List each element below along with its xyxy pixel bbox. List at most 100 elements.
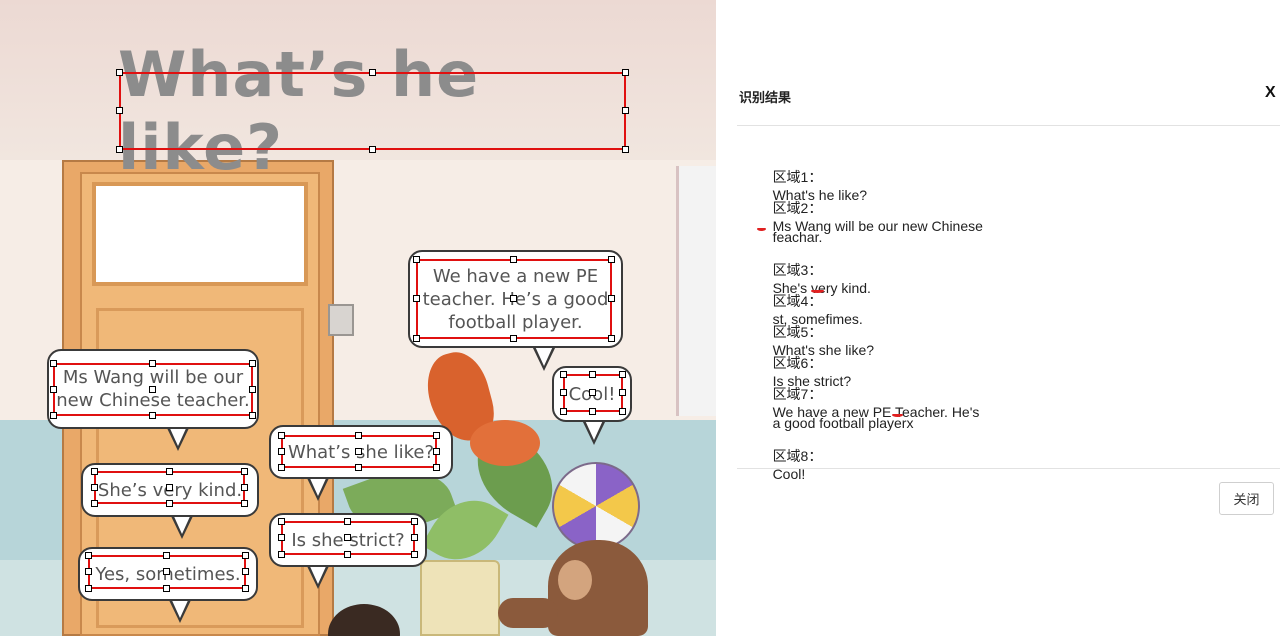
resize-handle[interactable] — [116, 107, 123, 114]
resize-handle[interactable] — [85, 552, 92, 559]
resize-handle[interactable] — [165, 468, 173, 475]
resize-handle[interactable] — [411, 534, 418, 541]
ocr-region-3[interactable] — [91, 468, 248, 507]
resize-handle[interactable] — [608, 295, 615, 302]
resize-handle[interactable] — [433, 464, 440, 471]
result-label: 区域8： — [772, 448, 823, 464]
resize-handle[interactable] — [241, 468, 248, 475]
resize-handle[interactable] — [560, 408, 567, 415]
resize-handle[interactable] — [278, 534, 285, 541]
resize-handle[interactable] — [589, 408, 596, 415]
move-handle[interactable] — [149, 385, 156, 393]
resize-handle[interactable] — [91, 483, 98, 491]
resize-handle[interactable] — [344, 551, 351, 558]
ocr-region-4[interactable] — [85, 552, 249, 592]
resize-handle[interactable] — [622, 146, 629, 153]
spelling-error-underline — [892, 413, 903, 417]
bear-snout — [558, 560, 592, 600]
move-handle[interactable] — [355, 447, 362, 455]
ocr-region-6[interactable] — [278, 518, 418, 558]
move-handle[interactable] — [165, 483, 173, 491]
close-button[interactable]: 关闭 — [1219, 482, 1274, 515]
plant-pot — [420, 560, 500, 636]
resize-handle[interactable] — [91, 500, 98, 507]
resize-handle[interactable] — [560, 371, 567, 378]
resize-handle[interactable] — [149, 412, 156, 419]
resize-handle[interactable] — [149, 360, 156, 367]
ocr-result-dialog: 识别结果 X 区域1： What's he like? 区域2： Ms Wang… — [716, 0, 1286, 636]
resize-handle[interactable] — [249, 360, 256, 367]
move-handle[interactable] — [163, 568, 170, 575]
move-handle[interactable] — [344, 534, 351, 541]
resize-handle[interactable] — [619, 389, 626, 396]
resize-handle[interactable] — [85, 568, 92, 575]
door-window — [92, 182, 308, 286]
resize-handle[interactable] — [619, 408, 626, 415]
door-handle — [328, 304, 354, 336]
resize-handle[interactable] — [433, 447, 440, 455]
resize-handle[interactable] — [413, 256, 420, 263]
spelling-error-underline — [757, 227, 766, 231]
resize-handle[interactable] — [278, 447, 285, 455]
resize-handle[interactable] — [278, 464, 285, 471]
ocr-region-5[interactable] — [278, 432, 440, 471]
move-handle[interactable] — [589, 389, 596, 396]
resize-handle[interactable] — [589, 371, 596, 378]
resize-handle[interactable] — [249, 385, 256, 393]
resize-handle[interactable] — [91, 468, 98, 475]
resize-handle[interactable] — [50, 385, 57, 393]
resize-handle[interactable] — [249, 412, 256, 419]
resize-handle[interactable] — [278, 551, 285, 558]
resize-handle[interactable] — [242, 552, 249, 559]
resize-handle[interactable] — [50, 412, 57, 419]
resize-handle[interactable] — [510, 256, 517, 263]
resize-handle[interactable] — [242, 568, 249, 575]
bear-arm — [498, 598, 558, 628]
resize-handle[interactable] — [344, 518, 351, 525]
resize-handle[interactable] — [163, 585, 170, 592]
resize-handle[interactable] — [510, 335, 517, 342]
divider — [737, 468, 1280, 469]
result-text: a good football playerx — [772, 415, 914, 431]
resize-handle[interactable] — [355, 464, 362, 471]
resize-handle[interactable] — [411, 518, 418, 525]
resize-handle[interactable] — [413, 335, 420, 342]
resize-handle[interactable] — [116, 146, 123, 153]
resize-handle[interactable] — [368, 69, 376, 76]
ocr-region-8[interactable] — [560, 371, 626, 415]
resize-handle[interactable] — [50, 360, 57, 367]
resize-handle[interactable] — [278, 432, 285, 439]
resize-handle[interactable] — [116, 69, 123, 76]
result-text: feachar. — [772, 229, 823, 245]
resize-handle[interactable] — [355, 432, 362, 439]
resize-handle[interactable] — [608, 335, 615, 342]
resize-handle[interactable] — [622, 69, 629, 76]
resize-handle[interactable] — [413, 295, 420, 302]
resize-handle[interactable] — [622, 107, 629, 114]
resize-handle[interactable] — [85, 585, 92, 592]
resize-handle[interactable] — [608, 256, 615, 263]
resize-handle[interactable] — [619, 371, 626, 378]
divider — [737, 125, 1280, 126]
beach-ball — [552, 462, 640, 550]
close-icon[interactable]: X — [1265, 84, 1276, 102]
move-handle[interactable] — [510, 295, 517, 302]
resize-handle[interactable] — [165, 500, 173, 507]
resize-handle[interactable] — [278, 518, 285, 525]
ocr-region-7[interactable] — [413, 256, 615, 342]
dialog-title: 识别结果 — [739, 90, 792, 105]
resize-handle[interactable] — [242, 585, 249, 592]
resize-handle[interactable] — [433, 432, 440, 439]
resize-handle[interactable] — [241, 483, 248, 491]
result-line-8: 区域8： Cool! — [757, 430, 826, 498]
resize-handle[interactable] — [560, 389, 567, 396]
notice-board — [676, 166, 716, 416]
resize-handle[interactable] — [411, 551, 418, 558]
resize-handle[interactable] — [241, 500, 248, 507]
resize-handle[interactable] — [163, 552, 170, 559]
spelling-error-underline — [811, 289, 824, 293]
textbook-image-panel: What’s he like? Ms Wang will be our new … — [0, 0, 716, 636]
ocr-region-1[interactable] — [116, 69, 629, 153]
ocr-region-2[interactable] — [50, 360, 256, 419]
resize-handle[interactable] — [368, 146, 376, 153]
